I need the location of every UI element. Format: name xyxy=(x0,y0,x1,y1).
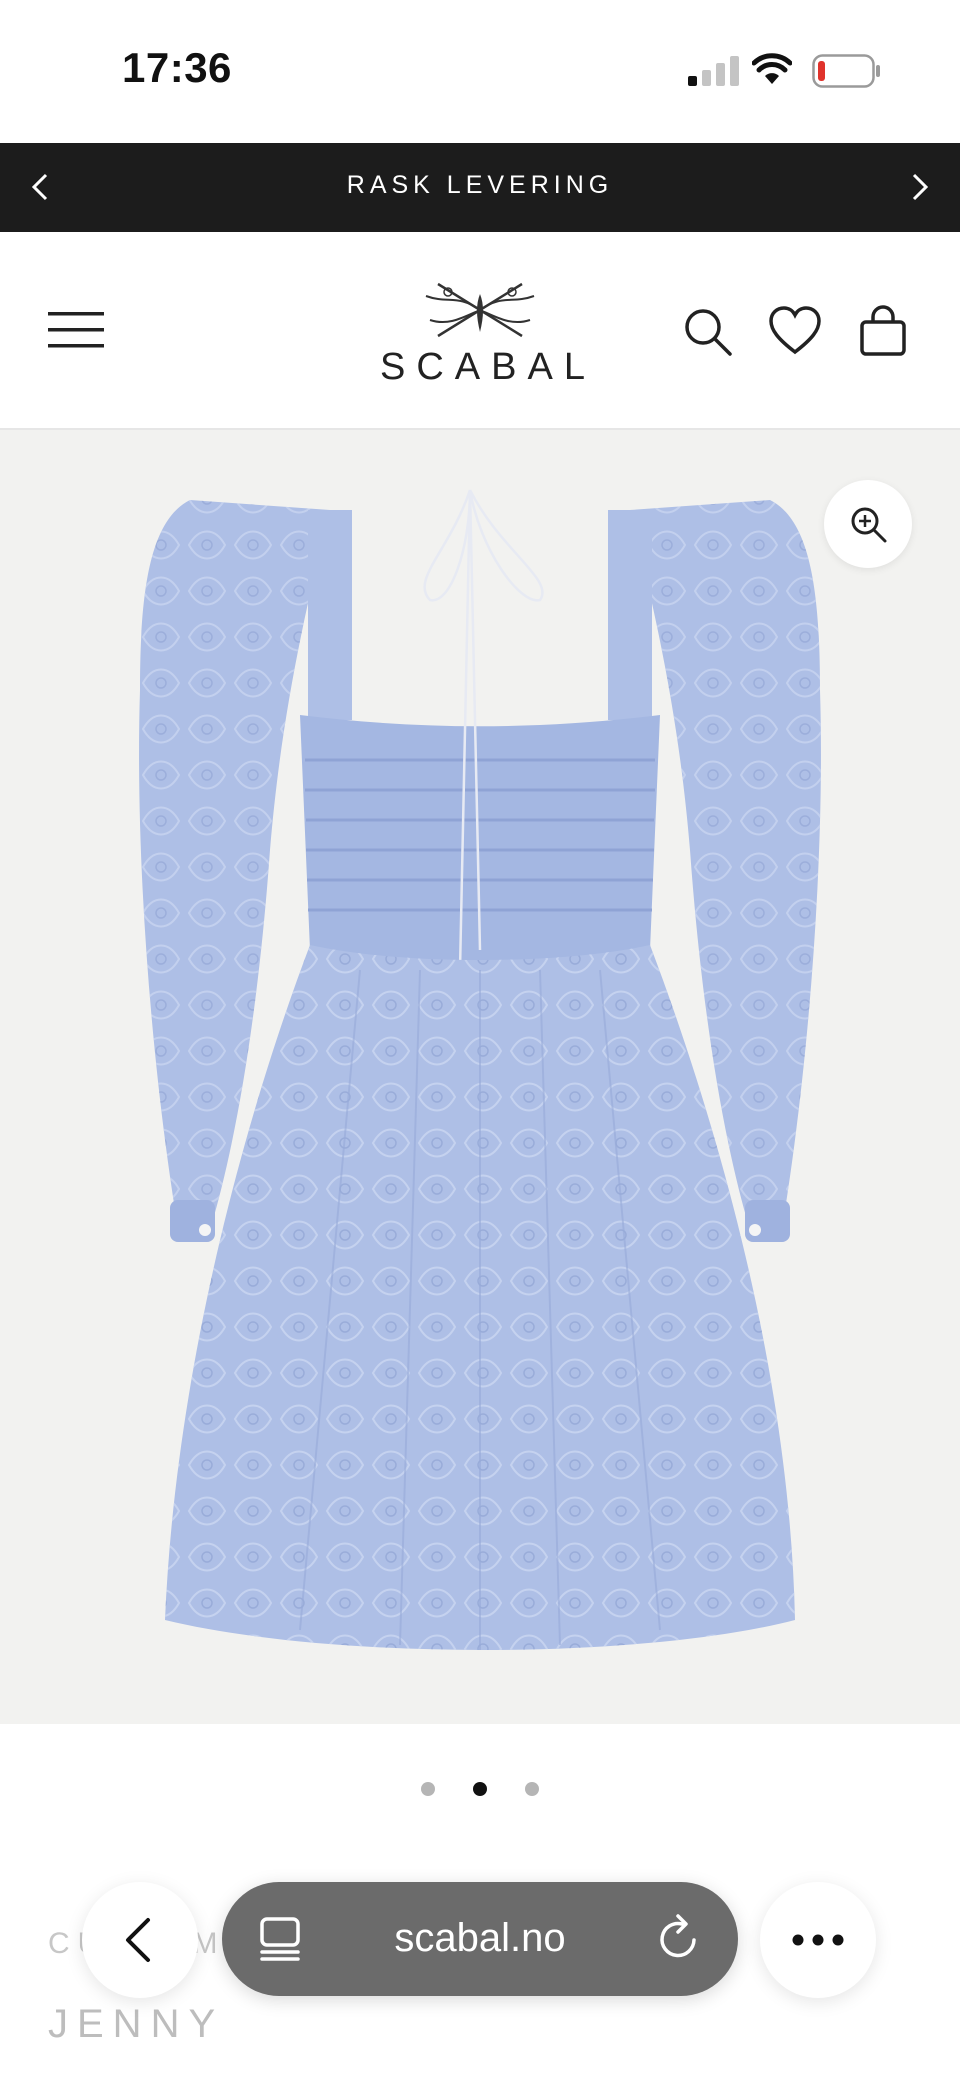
more-icon xyxy=(792,1934,844,1946)
search-icon[interactable] xyxy=(680,304,734,358)
logo[interactable]: SCABAL xyxy=(380,274,596,394)
carousel-dots xyxy=(0,1774,960,1804)
address-bar[interactable]: scabal.no xyxy=(222,1882,738,1996)
zoom-in-icon xyxy=(851,507,887,543)
status-bar: 17:36 xyxy=(0,0,960,143)
status-time: 17:36 xyxy=(122,44,232,91)
bag-icon[interactable] xyxy=(856,304,910,358)
menu-icon[interactable] xyxy=(48,310,104,350)
browser-back-button[interactable] xyxy=(82,1882,198,1998)
zoom-button[interactable] xyxy=(824,480,912,568)
product-gallery[interactable] xyxy=(0,430,960,1724)
announcement-text: RASK LEVERING xyxy=(346,171,614,199)
carousel-dot-2[interactable] xyxy=(473,1782,487,1796)
carousel-dot-3[interactable] xyxy=(525,1782,539,1796)
product-name: JENNY xyxy=(48,2002,225,2046)
wifi-icon xyxy=(752,53,792,84)
chevron-left-icon xyxy=(126,1918,150,1962)
signal-icon xyxy=(688,56,739,86)
more-options-button[interactable] xyxy=(760,1882,876,1998)
product-image xyxy=(139,489,821,1650)
chevron-right-icon[interactable] xyxy=(898,167,938,207)
logo-emblem-icon xyxy=(425,282,535,338)
battery-icon xyxy=(812,54,880,88)
site-header: SCABAL xyxy=(0,232,960,430)
logo-wordmark: SCABAL xyxy=(380,346,596,388)
reload-icon[interactable] xyxy=(656,1914,702,1964)
carousel-dot-1[interactable] xyxy=(421,1782,435,1796)
announcement-bar: RASK LEVERING xyxy=(0,143,960,232)
heart-icon[interactable] xyxy=(768,304,822,358)
